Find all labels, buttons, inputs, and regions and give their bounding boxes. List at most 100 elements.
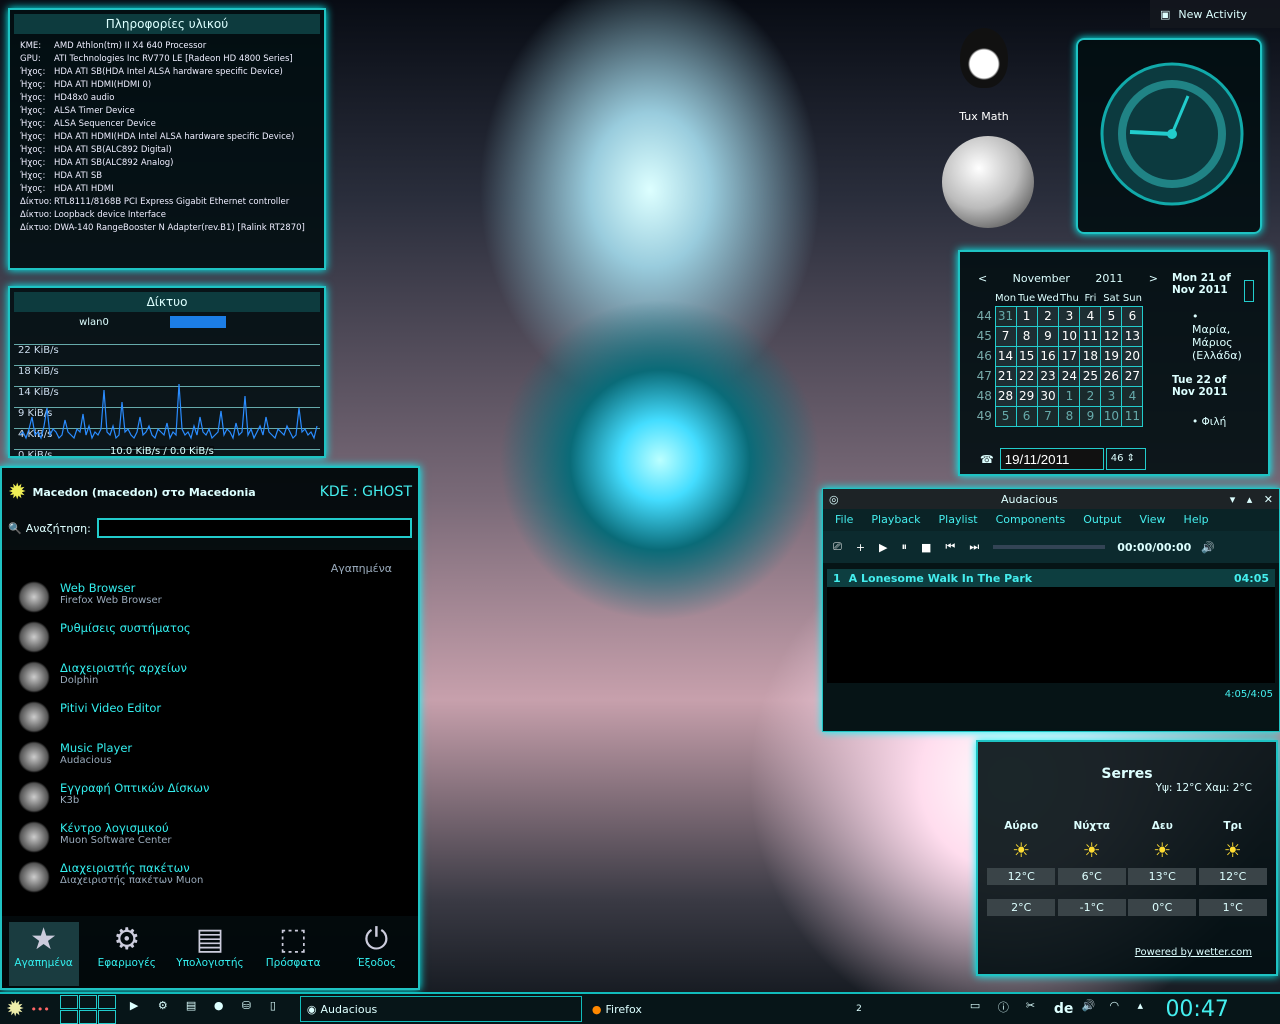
- calendar-day[interactable]: 16: [1036, 345, 1060, 367]
- calendar-day[interactable]: 7: [1036, 405, 1060, 427]
- disk-launcher-icon[interactable]: ⛁: [242, 999, 262, 1019]
- calendar-day[interactable]: 8: [1058, 405, 1081, 427]
- calendar-day[interactable]: 5: [1100, 305, 1123, 327]
- calendar-day[interactable]: 17: [1058, 345, 1081, 367]
- calendar-day[interactable]: 23: [1036, 365, 1060, 387]
- calendar-day[interactable]: 9: [1079, 405, 1102, 427]
- maximize-icon[interactable]: ▴: [1247, 493, 1253, 506]
- previous-icon[interactable]: ⏮: [945, 540, 955, 554]
- tab-recent[interactable]: ⬚ Πρόσφατα: [258, 922, 328, 986]
- calendar-day[interactable]: 1: [1015, 305, 1038, 327]
- close-icon[interactable]: ✕: [1264, 493, 1273, 506]
- menu-item[interactable]: Κέντρο λογισμικού Muon Software Center: [18, 821, 418, 861]
- calendar-day[interactable]: 10: [1058, 325, 1081, 347]
- calendar-month[interactable]: November: [1013, 272, 1070, 285]
- volume-tray-icon[interactable]: 🔊: [1081, 999, 1101, 1019]
- document-launcher-icon[interactable]: ▯: [270, 999, 290, 1019]
- tray-arrow-icon[interactable]: ▴: [1137, 999, 1157, 1019]
- tab-star[interactable]: ★ Αγαπημένα: [8, 922, 79, 986]
- calendar-day[interactable]: 19: [1100, 345, 1123, 367]
- calendar-day[interactable]: 28: [994, 385, 1017, 407]
- tux-math-icon[interactable]: Tux Math: [948, 28, 1020, 123]
- tab-gear[interactable]: ⚙ Εφαρμογές: [92, 922, 162, 986]
- calendar-day[interactable]: 29: [1015, 385, 1038, 407]
- calendar-day[interactable]: 8: [1015, 325, 1038, 347]
- volume-icon[interactable]: 🔊: [1201, 541, 1215, 554]
- calendar-day[interactable]: 18: [1079, 345, 1102, 367]
- display-icon[interactable]: ▭: [970, 999, 990, 1019]
- calendar-day[interactable]: 2: [1036, 305, 1060, 327]
- calendar-day[interactable]: 1: [1058, 385, 1081, 407]
- window-menu-icon[interactable]: ◎: [829, 493, 839, 506]
- calendar-day[interactable]: 6: [1121, 305, 1144, 327]
- calendar-day[interactable]: 21: [994, 365, 1017, 387]
- calendar-day[interactable]: 12: [1100, 325, 1123, 347]
- next-icon[interactable]: ⏭: [969, 540, 979, 554]
- calendar-day[interactable]: 5: [994, 405, 1017, 427]
- calendar-day[interactable]: 31: [994, 305, 1017, 327]
- calendar-day[interactable]: 6: [1015, 405, 1038, 427]
- menu-item[interactable]: Διαχειριστής αρχείων Dolphin: [18, 661, 418, 701]
- weather-powered[interactable]: Powered by wetter.com: [1135, 947, 1252, 958]
- new-activity-button[interactable]: ▣ New Activity: [1150, 0, 1280, 28]
- calendar-day[interactable]: 3: [1100, 385, 1123, 407]
- calendar-day[interactable]: 4: [1079, 305, 1102, 327]
- menu-view[interactable]: View: [1139, 513, 1165, 526]
- media-launcher-icon[interactable]: ▶: [130, 999, 150, 1019]
- info-icon[interactable]: ⓘ: [998, 999, 1018, 1019]
- calendar-day[interactable]: 20: [1121, 345, 1144, 367]
- prev-month-button[interactable]: <: [978, 272, 987, 285]
- menu-file[interactable]: File: [835, 513, 853, 526]
- calendar-day[interactable]: 10: [1100, 405, 1123, 427]
- menu-item[interactable]: Ρυθμίσεις συστήματος: [18, 621, 418, 661]
- tab-computer[interactable]: ▤ Υπολογιστής: [175, 922, 245, 986]
- next-month-button[interactable]: >: [1149, 272, 1158, 285]
- calendar-day[interactable]: 11: [1121, 405, 1144, 427]
- calendar-scrollbar[interactable]: [1244, 280, 1254, 302]
- calendar-day[interactable]: 3: [1058, 305, 1081, 327]
- calendar-day[interactable]: 15: [1015, 345, 1038, 367]
- minimize-icon[interactable]: ▾: [1230, 493, 1236, 506]
- stop-icon[interactable]: ■: [921, 541, 931, 554]
- add-icon[interactable]: +: [856, 541, 865, 554]
- calendar-day[interactable]: 30: [1036, 385, 1060, 407]
- calendar-day[interactable]: 13: [1121, 325, 1144, 347]
- today-icon[interactable]: ☎: [980, 453, 994, 466]
- search-input[interactable]: [96, 518, 412, 538]
- filemanager-launcher-icon[interactable]: ▤: [186, 999, 206, 1019]
- calendar-day[interactable]: 7: [994, 325, 1017, 347]
- week-spinbox[interactable]: 46 ⇕: [1105, 448, 1146, 470]
- clock[interactable]: 00:47: [1165, 997, 1228, 1022]
- calendar-day[interactable]: 9: [1036, 325, 1060, 347]
- calendar-day[interactable]: 27: [1121, 365, 1144, 387]
- tools-launcher-icon[interactable]: ⚙: [158, 999, 178, 1019]
- calendar-day[interactable]: 25: [1079, 365, 1102, 387]
- open-icon[interactable]: ⎚: [833, 540, 842, 554]
- menu-item[interactable]: Εγγραφή Οπτικών Δίσκων K3b: [18, 781, 418, 821]
- task-audacious[interactable]: ◉ Audacious: [299, 996, 582, 1022]
- date-field[interactable]: [999, 448, 1104, 470]
- pause-icon[interactable]: ⏸: [902, 540, 908, 554]
- terminal-launcher-icon[interactable]: ●: [214, 999, 234, 1019]
- menu-output[interactable]: Output: [1083, 513, 1121, 526]
- keyboard-layout[interactable]: de: [1054, 1001, 1074, 1017]
- activities-dots-icon[interactable]: •••: [30, 1003, 49, 1016]
- calendar-day[interactable]: 22: [1015, 365, 1038, 387]
- tab-power[interactable]: ⏻ Έξοδος: [341, 922, 411, 986]
- scissors-icon[interactable]: ✂: [1026, 999, 1046, 1019]
- menu-help[interactable]: Help: [1184, 513, 1209, 526]
- pager[interactable]: [59, 994, 116, 1024]
- menu-item[interactable]: Pitivi Video Editor: [18, 701, 418, 741]
- playlist-row[interactable]: 1 A Lonesome Walk In The Park 04:05: [827, 569, 1275, 587]
- seek-slider[interactable]: [993, 545, 1106, 549]
- kickoff-button[interactable]: ✹: [6, 997, 24, 1022]
- menu-components[interactable]: Components: [996, 513, 1066, 526]
- menu-item[interactable]: Music Player Audacious: [18, 741, 418, 781]
- menu-playback[interactable]: Playback: [871, 513, 920, 526]
- wifi-icon[interactable]: ◠: [1109, 999, 1129, 1019]
- menu-item[interactable]: Web Browser Firefox Web Browser: [18, 581, 418, 621]
- calendar-day[interactable]: 24: [1058, 365, 1081, 387]
- play-icon[interactable]: ▶: [879, 541, 887, 554]
- calendar-year[interactable]: 2011: [1095, 272, 1123, 285]
- menu-playlist[interactable]: Playlist: [939, 513, 978, 526]
